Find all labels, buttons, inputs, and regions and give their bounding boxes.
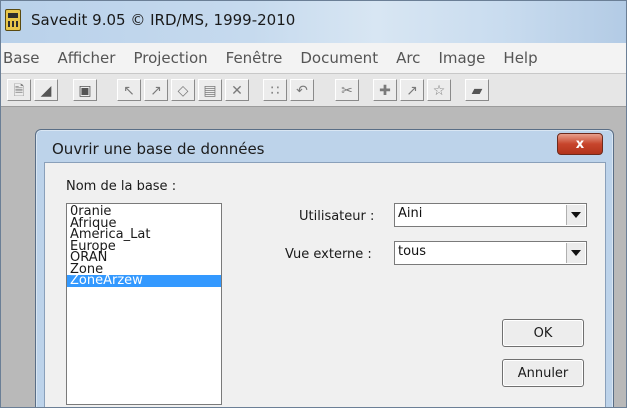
dialog-body: Nom de la base : 0ranie Afrique America_… bbox=[44, 162, 606, 407]
menu-base[interactable]: Base bbox=[1, 49, 49, 67]
menu-fenetre[interactable]: Fenêtre bbox=[217, 49, 292, 67]
open-database-dialog: Ouvrir une base de données x Nom de la b… bbox=[35, 129, 614, 407]
polygon-icon[interactable]: ◇ bbox=[171, 79, 195, 101]
delete-icon[interactable]: ✕ bbox=[225, 79, 249, 101]
grid-icon[interactable]: ∷ bbox=[263, 79, 287, 101]
undo-icon[interactable]: ↶ bbox=[290, 79, 314, 101]
app-window: Savedit 9.05 © IRD/MS, 1999-2010 Base Af… bbox=[0, 0, 627, 408]
symbol-icon[interactable]: ☆ bbox=[427, 79, 451, 101]
user-label: Utilisateur : bbox=[299, 209, 375, 224]
title-bar[interactable]: Savedit 9.05 © IRD/MS, 1999-2010 bbox=[1, 1, 626, 43]
toolbar: 🗎 ◢ ▣ ↖ ↗ ◇ ▤ ✕ ∷ ↶ ✂ ✚ ↗ ☆ ▰ bbox=[1, 74, 626, 107]
new-icon[interactable]: 🗎 bbox=[7, 79, 31, 101]
app-icon[interactable] bbox=[5, 9, 21, 31]
frame-icon[interactable]: ▤ bbox=[198, 79, 222, 101]
list-item-selected[interactable]: ZoneArzew bbox=[67, 274, 221, 287]
menu-arc[interactable]: Arc bbox=[387, 49, 429, 67]
dialog-title: Ouvrir une base de données bbox=[52, 140, 265, 158]
external-view-label: Vue externe : bbox=[285, 247, 372, 262]
window-title: Savedit 9.05 © IRD/MS, 1999-2010 bbox=[31, 11, 296, 29]
external-view-value: tous bbox=[398, 244, 427, 259]
base-listbox[interactable]: 0ranie Afrique America_Lat Europe ORAN Z… bbox=[66, 203, 222, 405]
user-combobox[interactable]: Aini bbox=[394, 203, 587, 227]
menu-projection[interactable]: Projection bbox=[124, 49, 216, 67]
menu-bar: Base Afficher Projection Fenêtre Documen… bbox=[1, 43, 626, 74]
save-icon[interactable]: ▣ bbox=[73, 79, 97, 101]
chevron-down-icon[interactable] bbox=[566, 243, 585, 263]
node-icon[interactable]: ↗ bbox=[400, 79, 424, 101]
menu-image[interactable]: Image bbox=[429, 49, 494, 67]
chevron-down-icon[interactable] bbox=[566, 205, 585, 225]
user-value: Aini bbox=[398, 206, 423, 221]
menu-afficher[interactable]: Afficher bbox=[49, 49, 125, 67]
ok-button[interactable]: OK bbox=[502, 319, 584, 347]
external-view-combobox[interactable]: tous bbox=[394, 241, 587, 265]
cancel-button[interactable]: Annuler bbox=[502, 359, 584, 387]
point-icon[interactable]: ✚ bbox=[373, 79, 397, 101]
select-arrow-icon[interactable]: ↖ bbox=[117, 79, 141, 101]
cut-icon[interactable]: ✂ bbox=[335, 79, 359, 101]
fill-icon[interactable]: ▰ bbox=[465, 79, 489, 101]
close-button[interactable]: x bbox=[557, 133, 603, 155]
menu-document[interactable]: Document bbox=[291, 49, 387, 67]
draw-polyline-icon[interactable]: ↗ bbox=[144, 79, 168, 101]
base-name-label: Nom de la base : bbox=[66, 179, 177, 194]
menu-help[interactable]: Help bbox=[494, 49, 546, 67]
open-icon[interactable]: ◢ bbox=[34, 79, 58, 101]
